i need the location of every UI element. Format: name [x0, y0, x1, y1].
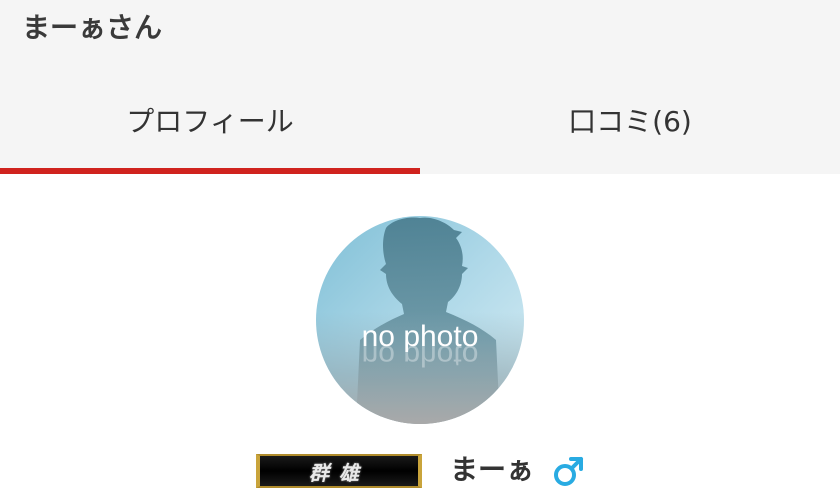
- page-header: まーぁさん プロフィール 口コミ(6): [0, 0, 840, 174]
- username: まーぁ: [450, 453, 535, 486]
- page-title: まーぁさん: [22, 11, 163, 44]
- profile-summary-row: 群雄 まーぁ: [0, 450, 840, 492]
- rank-label: 群雄: [309, 460, 369, 485]
- tab-reviews[interactable]: 口コミ(6): [420, 70, 840, 174]
- tab-bar: プロフィール 口コミ(6): [0, 70, 840, 174]
- tab-profile[interactable]: プロフィール: [0, 70, 420, 174]
- no-photo-avatar-image: no photo no photo: [316, 216, 524, 424]
- rank-badge: 群雄: [256, 454, 422, 488]
- male-icon: [554, 457, 583, 486]
- avatar: no photo no photo: [316, 216, 524, 424]
- tab-reviews-label: 口コミ(6): [568, 105, 692, 138]
- tab-profile-label: プロフィール: [126, 105, 294, 138]
- avatar-no-photo-reflection: no photo: [362, 339, 479, 372]
- profile-page: まーぁさん プロフィール 口コミ(6) no photo no photo 群雄…: [0, 0, 840, 500]
- active-tab-indicator: [0, 168, 420, 174]
